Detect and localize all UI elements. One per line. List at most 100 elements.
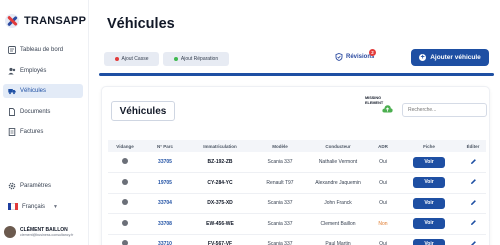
edit-cell — [460, 152, 486, 173]
adr-cell: Non — [368, 213, 398, 235]
model-cell: Scania 337 — [252, 213, 308, 235]
column-header[interactable]: Fiche — [398, 140, 460, 152]
pencil-icon[interactable] — [470, 158, 477, 167]
french-flag-icon — [8, 203, 18, 210]
sidebar-item-documents[interactable]: Documents — [3, 105, 83, 119]
revisions-button[interactable]: Révisions 2 — [335, 49, 376, 61]
truck-icon — [8, 87, 16, 95]
sidebar-nav: Tableau de bord Employés Véhicules Docum… — [3, 43, 83, 146]
oil-change-cell — [108, 193, 142, 214]
parc-number-cell[interactable]: 33704 — [142, 193, 188, 214]
status-dot-icon — [122, 178, 128, 185]
view-button[interactable]: Voir — [413, 218, 445, 230]
add-vehicle-button[interactable]: + Ajouter véhicule — [411, 49, 489, 66]
add-case-button[interactable]: Ajout Casse — [104, 52, 159, 66]
pencil-icon[interactable] — [470, 199, 477, 208]
document-icon — [8, 107, 16, 116]
column-header[interactable]: Modèle — [252, 140, 308, 152]
adr-cell: Oui — [368, 152, 398, 173]
registration-cell: DX-375-XD — [188, 193, 252, 214]
adr-cell: Oui — [368, 193, 398, 214]
vehicles-card: Véhicules MISSING ELEMENT Vidange N° Par… — [101, 86, 490, 245]
driver-cell: John Franck — [308, 193, 368, 214]
sidebar-item-employees[interactable]: Employés — [3, 64, 83, 78]
app-logo[interactable]: TRANSAPP — [5, 14, 86, 28]
language-label: Français — [22, 203, 46, 210]
adr-cell: Oui — [368, 234, 398, 245]
add-vehicle-label: Ajouter véhicule — [430, 54, 481, 61]
add-repair-label: Ajout Réparation — [180, 56, 219, 62]
shield-check-icon — [335, 53, 343, 61]
sidebar-item-invoices[interactable]: Factures — [3, 125, 83, 139]
sheet-cell: Voir — [398, 193, 460, 214]
model-cell: Scania 337 — [252, 234, 308, 245]
sheet-cell: Voir — [398, 234, 460, 245]
table-row: 33704 DX-375-XD Scania 337 John Franck Oui Vo… — [108, 193, 486, 214]
column-header[interactable]: Conducteur — [308, 140, 368, 152]
view-button[interactable]: Voir — [413, 197, 445, 209]
sidebar-item-settings[interactable]: Paramètres — [8, 182, 51, 190]
registration-cell: CY-284-YC — [188, 172, 252, 194]
pencil-icon[interactable] — [470, 178, 477, 187]
registration-cell: BZ-192-ZB — [188, 152, 252, 173]
table-header-row: Vidange N° Parc Immatriculation Modèle C… — [108, 140, 486, 152]
export-button[interactable]: MISSING ELEMENT — [365, 96, 395, 113]
driver-cell: Alexandre Jaquemin — [308, 172, 368, 194]
table-row: 19705 CY-284-YC Renault T97 Alexandre Jaque… — [108, 172, 486, 194]
settings-label: Paramètres — [20, 183, 52, 189]
logo-icon — [5, 14, 19, 28]
user-profile[interactable]: CLÉMENT BAILLON clement@business.consult… — [4, 226, 73, 238]
card-title: Véhicules — [111, 101, 175, 121]
sidebar-item-label: Employés — [20, 67, 47, 74]
status-dot-icon — [122, 219, 128, 226]
edit-cell — [460, 234, 486, 245]
view-button[interactable]: Voir — [413, 156, 445, 168]
search-input[interactable] — [402, 103, 487, 117]
header-divider — [99, 73, 494, 76]
model-cell: Scania 337 — [252, 193, 308, 214]
column-header[interactable]: N° Parc — [142, 140, 188, 152]
sheet-cell: Voir — [398, 152, 460, 173]
table-row: 33708 EW-456-WE Scania 337 Clement Baillon N… — [108, 213, 486, 235]
adr-cell: Oui — [368, 172, 398, 194]
sidebar-item-label: Documents — [20, 108, 51, 115]
page-title: Véhicules — [107, 16, 175, 32]
registration-cell: EW-456-WE — [188, 213, 252, 235]
add-repair-button[interactable]: Ajout Réparation — [163, 52, 229, 66]
view-button[interactable]: Voir — [413, 238, 445, 245]
pencil-icon[interactable] — [470, 219, 477, 228]
oil-change-cell — [108, 213, 142, 235]
language-selector[interactable]: Français ▼ — [8, 203, 58, 210]
pencil-icon[interactable] — [470, 240, 477, 245]
driver-cell: Nathalie Vermont — [308, 152, 368, 173]
column-header[interactable]: Vidange — [108, 140, 142, 152]
oil-change-cell — [108, 234, 142, 245]
status-dot-icon — [122, 158, 128, 164]
model-cell: Renault T97 — [252, 172, 308, 194]
dashboard-icon — [8, 46, 16, 54]
column-header[interactable]: Immatriculation — [188, 140, 252, 152]
view-button[interactable]: Voir — [413, 177, 445, 189]
parc-number-cell[interactable]: 33708 — [142, 213, 188, 235]
invoice-icon — [8, 128, 16, 137]
sidebar: TRANSAPP Tableau de bord Employés Véhicu… — [0, 0, 89, 245]
cloud-upload-icon — [382, 105, 393, 113]
plus-icon: + — [419, 54, 427, 61]
status-dot-icon — [122, 240, 128, 245]
sidebar-item-dashboard[interactable]: Tableau de bord — [3, 43, 83, 57]
gear-icon — [8, 182, 16, 190]
parc-number-cell[interactable]: 33710 — [142, 234, 188, 245]
sidebar-item-vehicles[interactable]: Véhicules — [3, 84, 83, 99]
column-header[interactable]: ADR — [368, 140, 398, 152]
vehicles-table: Vidange N° Parc Immatriculation Modèle C… — [108, 140, 486, 245]
edit-cell — [460, 213, 486, 235]
app-name: TRANSAPP — [24, 15, 87, 27]
column-header[interactable]: Éditer — [460, 140, 486, 152]
users-icon — [8, 67, 16, 75]
avatar — [4, 226, 16, 238]
parc-number-cell[interactable]: 33705 — [142, 152, 188, 173]
oil-change-cell — [108, 152, 142, 173]
oil-change-cell — [108, 172, 142, 194]
green-dot-icon — [173, 57, 178, 61]
parc-number-cell[interactable]: 19705 — [142, 172, 188, 194]
